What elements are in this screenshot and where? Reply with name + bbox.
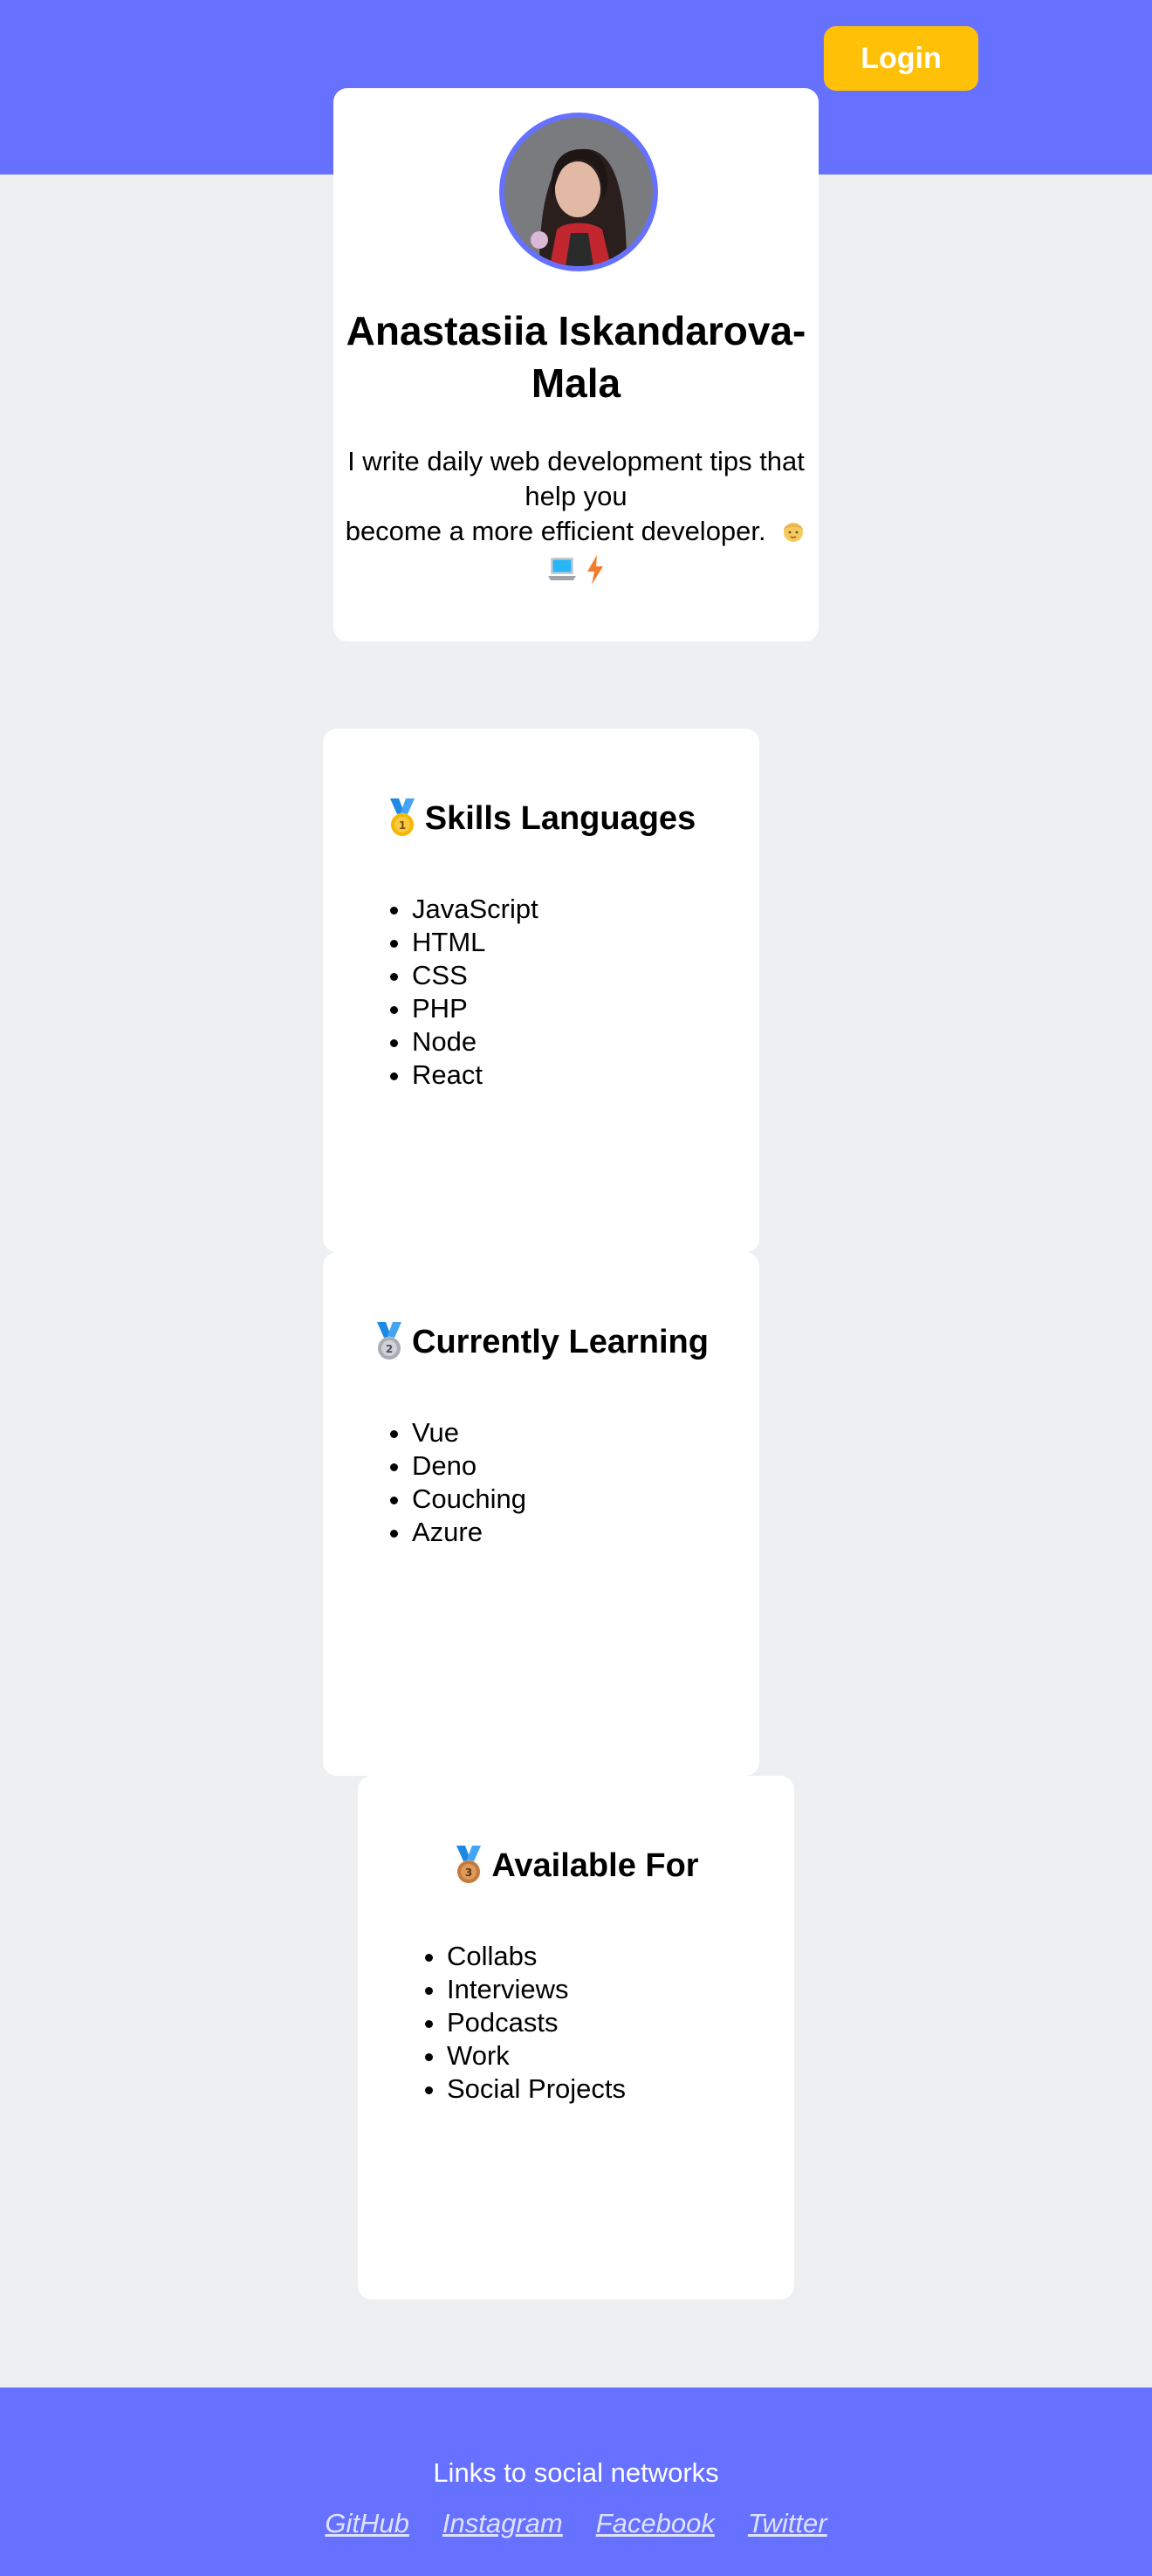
facebook-link[interactable]: Facebook <box>596 2506 715 2541</box>
github-link[interactable]: GitHub <box>325 2506 408 2541</box>
list-item: Vue <box>412 1416 526 1449</box>
third-place-medal-icon: 3 <box>456 1846 482 1883</box>
learning-list: Vue Deno Couching Azure <box>375 1416 526 1549</box>
list-item: Podcasts <box>447 2006 626 2039</box>
list-item: JavaScript <box>412 893 538 926</box>
learning-card-title-text: Currently Learning <box>412 1324 709 1360</box>
bio-line-2: become a more efficient developer. <box>345 516 766 546</box>
instagram-link[interactable]: Instagram <box>442 2506 563 2541</box>
learning-card: 2 Currently Learning Vue Deno Couching A… <box>323 1252 759 1776</box>
face-icon <box>784 523 804 542</box>
profile-bio: I write daily web development tips that … <box>333 444 819 549</box>
available-card-title-text: Available For <box>491 1847 699 1884</box>
list-item: HTML <box>412 926 538 959</box>
avatar-photo <box>504 118 653 266</box>
twitter-link[interactable]: Twitter <box>748 2506 827 2541</box>
list-item: CSS <box>412 959 538 992</box>
list-item: Node <box>412 1025 538 1058</box>
list-item: Work <box>447 2039 626 2072</box>
first-place-medal-icon: 1 <box>389 798 415 836</box>
profile-name: Anastasiia Iskandarova-Mala <box>346 308 806 406</box>
footer-title: Links to social networks <box>433 2457 719 2488</box>
avatar <box>499 113 658 271</box>
svg-text:1: 1 <box>399 819 406 832</box>
list-item: Interviews <box>447 1973 626 2006</box>
skills-list: JavaScript HTML CSS PHP Node React <box>375 893 538 1092</box>
svg-text:3: 3 <box>465 1867 472 1879</box>
list-item: Social Projects <box>447 2072 626 2106</box>
second-place-medal-icon: 2 <box>377 1322 402 1360</box>
skills-card-title-text: Skills Languages <box>424 800 696 837</box>
lightning-icon <box>587 555 603 585</box>
list-item: PHP <box>412 992 538 1025</box>
list-item: Collabs <box>447 1940 626 1973</box>
available-card-title: 3 Available For <box>358 1844 794 1887</box>
list-item: Deno <box>412 1449 526 1483</box>
svg-text:2: 2 <box>386 1343 393 1355</box>
learning-card-title: 2 Currently Learning <box>323 1320 759 1364</box>
login-button[interactable]: Login <box>824 26 978 91</box>
emoji-row <box>333 552 819 587</box>
bio-line-1: I write daily web development tips that … <box>347 446 805 511</box>
profile-card: Anastasiia Iskandarova-Mala I write dail… <box>333 88 819 641</box>
available-list: Collabs Interviews Podcasts Work Social … <box>410 1940 626 2106</box>
social-links: GitHub Instagram Facebook Twitter <box>0 2506 1152 2541</box>
list-item: React <box>412 1058 538 1092</box>
list-item: Azure <box>412 1516 526 1549</box>
skills-card: 1 Skills Languages JavaScript HTML CSS P… <box>323 729 759 1252</box>
available-card: 3 Available For Collabs Interviews Podca… <box>358 1776 794 2299</box>
list-item: Couching <box>412 1483 526 1516</box>
skills-card-title: 1 Skills Languages <box>323 797 759 840</box>
laptop-icon <box>548 558 576 580</box>
footer: Links to social networks GitHub Instagra… <box>0 2388 1152 2576</box>
